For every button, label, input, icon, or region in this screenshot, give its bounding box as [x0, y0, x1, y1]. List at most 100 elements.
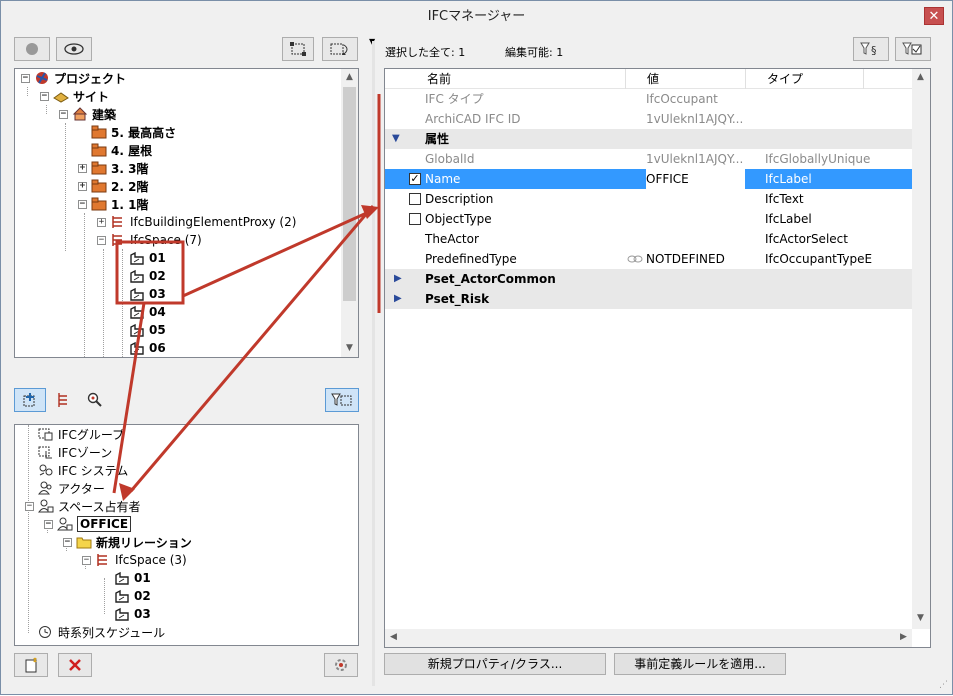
collapsed-triangle-icon[interactable]: ▶ [394, 289, 402, 309]
property-row[interactable]: IFC タイプ IfcOccupant [385, 89, 912, 109]
new-item-button[interactable] [14, 653, 48, 677]
tree-item-space-03[interactable]: 03 [116, 285, 166, 303]
filter-frame-button[interactable] [325, 388, 359, 412]
hierarchy-button[interactable] [51, 388, 75, 412]
collapse-icon[interactable]: − [25, 501, 34, 511]
collapse-icon[interactable]: − [59, 109, 68, 119]
tree-item-storey-2[interactable]: + 2. 2階 [78, 177, 148, 195]
collapsed-triangle-icon[interactable]: ▶ [394, 269, 402, 289]
tree-item-office[interactable]: − OFFICE [44, 515, 132, 533]
scroll-right-icon[interactable]: ▶ [895, 629, 912, 646]
column-name-header[interactable]: 名前 [427, 69, 451, 89]
property-row[interactable]: TheActor IfcActorSelect [385, 229, 912, 249]
tree-label: 02 [149, 269, 166, 283]
checkbox-icon[interactable] [409, 193, 421, 205]
group-name: Pset_Risk [425, 292, 490, 306]
tree-item-space-05[interactable]: 05 [116, 321, 166, 339]
tree-item-rel-space-01[interactable]: 01 [101, 569, 151, 587]
checkbox-checked-icon[interactable]: ✓ [409, 173, 421, 185]
tree-item-project[interactable]: − プロジェクト [21, 69, 126, 87]
tree-item-actor[interactable]: アクター [25, 479, 105, 497]
tree-item-space-04[interactable]: 04 [116, 303, 166, 321]
plus-frame-icon [23, 393, 35, 407]
circle-toggle-button[interactable] [14, 37, 50, 61]
search-button[interactable] [83, 388, 107, 412]
grid-scrollbar-vertical[interactable]: ▲ ▼ [912, 69, 930, 629]
tree-item-proxy[interactable]: + IfcBuildingElementProxy (2) [97, 213, 296, 231]
tree-label: 1. 1階 [111, 197, 149, 212]
property-row[interactable]: PredefinedType NOTDEFINED IfcOccupantTyp… [385, 249, 912, 269]
tree-item-storey-5[interactable]: 5. 最高高さ [78, 123, 176, 141]
rotate-selection-button[interactable] [322, 37, 358, 61]
schedule-icon [39, 626, 51, 638]
tree-item-space-01[interactable]: 01 [116, 249, 166, 267]
resize-grip-icon[interactable]: ⋰ [939, 680, 948, 690]
tree-item-new-relation[interactable]: − 新規リレーション [63, 533, 192, 551]
add-view-button[interactable] [14, 388, 46, 412]
tree-scrollbar[interactable]: ▲ ▼ [341, 69, 358, 357]
column-type-header[interactable]: タイプ [767, 69, 803, 89]
tree-item-ifc-group[interactable]: IFCグループ [25, 425, 124, 443]
collapse-icon[interactable]: − [44, 519, 53, 529]
tree-item-ifc-zone[interactable]: IFCゾーン [25, 443, 112, 461]
filter-section-button[interactable]: § [853, 37, 889, 61]
select-elements-button[interactable] [282, 37, 314, 61]
tree-item-space-06[interactable]: 06 [116, 339, 166, 357]
collapse-icon[interactable]: − [21, 73, 30, 83]
tree-item-rel-space-03[interactable]: 03 [101, 605, 151, 623]
scroll-down-icon[interactable]: ▼ [341, 340, 358, 357]
property-row[interactable]: Description IfcText [385, 189, 912, 209]
property-value[interactable]: NOTDEFINED [646, 249, 725, 269]
tree-label: IfcSpace (7) [130, 233, 202, 247]
expand-icon[interactable]: + [78, 163, 87, 173]
eye-button[interactable] [56, 37, 92, 61]
property-row[interactable]: GlobalId 1vUleknl1AJQY... IfcGloballyUni… [385, 149, 912, 169]
scroll-up-icon[interactable]: ▲ [341, 69, 358, 86]
property-value[interactable]: OFFICE [646, 169, 689, 189]
property-group-row[interactable]: ▶ Pset_ActorCommon [385, 269, 912, 289]
collapse-icon[interactable]: − [97, 235, 106, 245]
scroll-left-icon[interactable]: ◀ [385, 629, 402, 646]
selected-count: 選択した全て: 1 [385, 46, 466, 59]
expand-icon[interactable]: + [97, 217, 106, 227]
collapse-icon[interactable]: − [78, 199, 87, 209]
tree-item-space-occupant[interactable]: − スペース占有者 [25, 497, 141, 515]
expand-icon[interactable]: + [78, 181, 87, 191]
collapse-icon[interactable]: − [40, 91, 49, 101]
tree-item-space-02[interactable]: 02 [116, 267, 166, 285]
new-property-button[interactable]: 新規プロパティ/クラス... [384, 653, 606, 675]
settings-button[interactable] [324, 653, 358, 677]
expanded-triangle-icon[interactable]: ▼ [392, 129, 400, 149]
property-group-row[interactable]: ▶ Pset_Risk [385, 289, 912, 309]
property-row-selected[interactable]: ✓ Name OFFICE IfcLabel [385, 169, 912, 189]
tree-item-building[interactable]: − 建築 [59, 105, 116, 123]
checkbox-icon[interactable] [409, 213, 421, 225]
splitter[interactable] [372, 41, 375, 686]
grid-scrollbar-horizontal[interactable]: ◀ ▶ [385, 629, 912, 647]
tree-item-schedule[interactable]: 時系列スケジュール [25, 623, 165, 641]
tree-item-ifc-system[interactable]: IFC システム [25, 461, 128, 479]
tree-item-storey-1[interactable]: − 1. 1階 [78, 195, 148, 213]
tree-item-site[interactable]: − サイト [40, 87, 109, 105]
property-row[interactable]: ArchiCAD IFC ID 1vUleknl1AJQY... [385, 109, 912, 129]
tree-item-storey-3[interactable]: + 3. 3階 [78, 159, 148, 177]
tree-item-ifcspace[interactable]: − IfcSpace (7) [97, 231, 202, 249]
scroll-thumb[interactable] [343, 87, 356, 301]
scroll-up-icon[interactable]: ▲ [912, 69, 929, 86]
apply-rules-button[interactable]: 事前定義ルールを適用... [614, 653, 786, 675]
property-row[interactable]: ObjectType IfcLabel [385, 209, 912, 229]
storey-icon [91, 143, 107, 157]
tree-item-rel-space-02[interactable]: 02 [101, 587, 151, 605]
collapse-icon[interactable]: − [82, 555, 91, 565]
delete-button[interactable] [58, 653, 92, 677]
property-group-row[interactable]: ▼ 属性 [385, 129, 912, 149]
scroll-down-icon[interactable]: ▼ [912, 610, 929, 627]
tree-item-storey-4[interactable]: 4. 屋根 [78, 141, 152, 159]
tree-item-ifcspace-3[interactable]: − IfcSpace (3) [82, 551, 187, 569]
filter-check-button[interactable] [895, 37, 931, 61]
close-button[interactable]: ✕ [924, 7, 944, 25]
delete-x-icon [69, 659, 81, 671]
collapse-icon[interactable]: − [63, 537, 72, 547]
storey-icon [91, 197, 107, 211]
column-value-header[interactable]: 値 [647, 69, 659, 89]
